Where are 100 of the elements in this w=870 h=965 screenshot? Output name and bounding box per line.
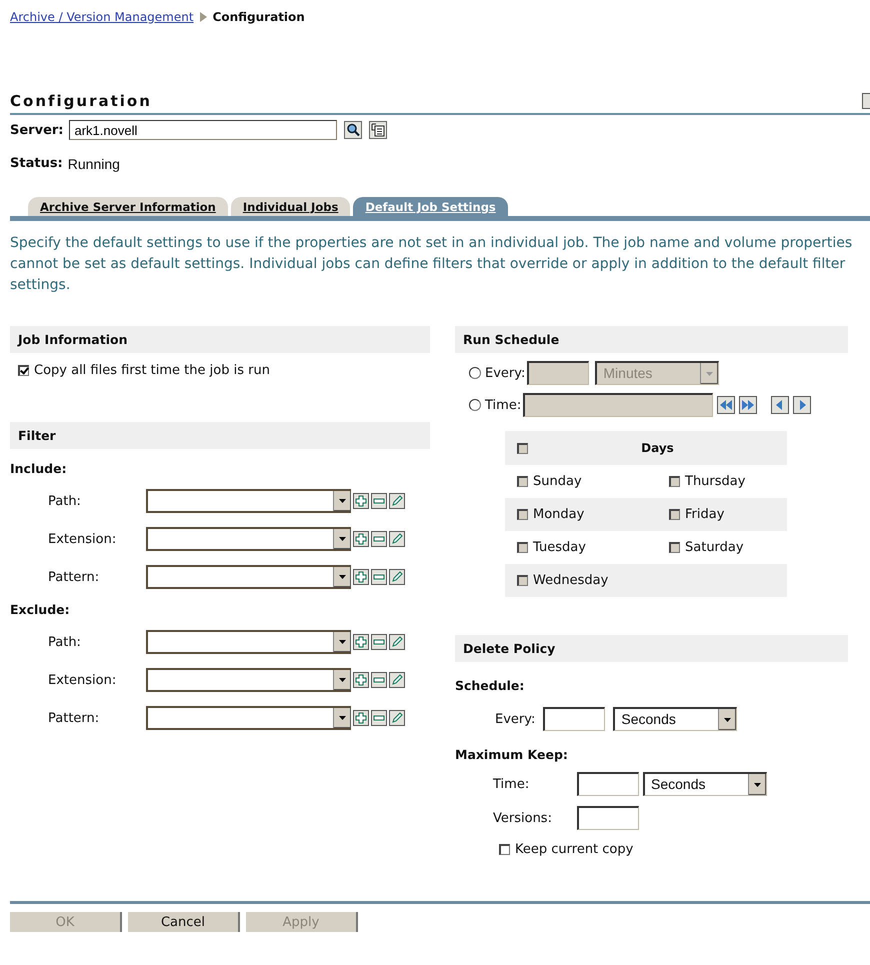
breadcrumb-current: Configuration: [212, 10, 305, 24]
group-label: Exclude:: [10, 602, 71, 617]
pencil-icon[interactable]: [389, 569, 405, 585]
tab[interactable]: Individual Jobs: [230, 197, 350, 216]
next-icon[interactable]: [793, 396, 812, 414]
server-field[interactable]: ark1.novell: [68, 120, 336, 140]
unit-dropdown[interactable]: Seconds: [643, 772, 767, 796]
remove-icon[interactable]: [371, 672, 387, 688]
caret-icon: [339, 575, 346, 579]
combo-field[interactable]: [146, 527, 351, 551]
breadcrumb-link[interactable]: Archive / Version Management: [10, 10, 194, 24]
checkbox[interactable]: [18, 365, 29, 376]
status-label: Status:: [10, 156, 63, 172]
field-label: Versions:: [493, 810, 553, 826]
input-field[interactable]: [543, 707, 606, 731]
remove-icon[interactable]: [371, 493, 387, 509]
checkbox-option[interactable]: Copy all files first time the job is run: [18, 363, 430, 378]
field-label: Pattern:: [47, 710, 100, 726]
add-icon[interactable]: [353, 710, 369, 726]
checkbox-option[interactable]: Saturday: [657, 531, 787, 564]
pencil-icon[interactable]: [389, 493, 405, 509]
rewind-icon[interactable]: [717, 396, 736, 414]
help-icon[interactable]: [862, 93, 870, 109]
field-label: Time:: [493, 776, 530, 792]
dialog-button[interactable]: Cancel: [128, 912, 240, 932]
combo-field[interactable]: [146, 489, 351, 513]
checkbox-label: Sunday: [533, 474, 582, 489]
fast-forward-icon[interactable]: [739, 396, 758, 414]
group-label: Include:: [10, 461, 68, 476]
caret-icon: [339, 640, 346, 644]
input-field[interactable]: [577, 772, 639, 796]
remove-icon[interactable]: [371, 531, 387, 547]
add-icon[interactable]: [353, 493, 369, 509]
add-icon[interactable]: [353, 634, 369, 650]
section-header: Delete Policy: [455, 635, 848, 662]
checkbox-label: Keep current copy: [515, 842, 634, 857]
combo-field[interactable]: [146, 630, 351, 654]
checkbox-option[interactable]: Sunday: [505, 465, 657, 498]
page-title: Configuration: [10, 92, 152, 110]
pencil-icon[interactable]: [389, 672, 405, 688]
checkbox-label: Copy all files first time the job is run: [34, 363, 270, 378]
checkbox[interactable]: [669, 509, 680, 520]
group-label: Maximum Keep:: [455, 747, 569, 762]
combo-field[interactable]: [146, 706, 351, 730]
checkbox-option[interactable]: Monday: [505, 498, 657, 531]
tab[interactable]: Archive Server Information: [28, 197, 228, 216]
checkbox[interactable]: [517, 442, 528, 454]
pencil-icon[interactable]: [389, 710, 405, 726]
checkbox[interactable]: [517, 575, 528, 586]
remove-icon[interactable]: [371, 634, 387, 650]
checkbox[interactable]: [517, 509, 528, 520]
checkbox-option[interactable]: Thursday: [657, 465, 787, 498]
checkbox-label: Monday: [533, 507, 584, 522]
unit-dropdown[interactable]: Seconds: [613, 707, 738, 731]
checkbox[interactable]: [669, 542, 680, 553]
field-label: Extension:: [47, 672, 118, 688]
add-icon[interactable]: [353, 672, 369, 688]
column-header: Days: [640, 441, 675, 455]
pencil-icon[interactable]: [389, 634, 405, 650]
checkbox[interactable]: [669, 476, 680, 487]
checkbox-label: Wednesday: [533, 573, 608, 588]
server-label: Server:: [10, 122, 64, 138]
add-icon[interactable]: [353, 569, 369, 585]
search-icon[interactable]: [344, 121, 362, 139]
checkbox-label: Saturday: [685, 540, 744, 555]
checkbox-option[interactable]: Wednesday: [505, 564, 657, 597]
checkbox[interactable]: [517, 476, 528, 487]
remove-icon[interactable]: [371, 569, 387, 585]
field-label: Every:: [495, 712, 536, 726]
section-header: Job Information: [10, 326, 430, 353]
add-icon[interactable]: [353, 531, 369, 547]
checkbox-label: Friday: [685, 507, 724, 522]
tab[interactable]: Default Job Settings: [353, 197, 508, 216]
browse-tree-icon[interactable]: [368, 121, 386, 139]
field-label: Pattern:: [47, 570, 100, 584]
combo-field[interactable]: [146, 565, 351, 589]
checkbox-label: Thursday: [685, 474, 746, 489]
pencil-icon[interactable]: [389, 531, 405, 547]
caret-icon: [724, 718, 732, 722]
checkbox-label: Tuesday: [533, 540, 586, 555]
radio-label: Time:: [485, 398, 522, 412]
checkbox[interactable]: [499, 844, 510, 855]
caret-icon: [339, 537, 346, 541]
checkbox-option[interactable]: Keep current copy: [499, 842, 848, 857]
combo-field[interactable]: [146, 668, 351, 692]
remove-icon[interactable]: [371, 710, 387, 726]
caret-icon: [339, 678, 346, 682]
caret-icon: [706, 372, 714, 376]
field-label: Path:: [47, 634, 82, 650]
field-label: Path:: [47, 494, 82, 508]
description-text: Specify the default settings to use if the properties are not set in an individual job. The job name and volume properties cannot be set as default settings. Individual jobs can define filters that override or apply in addition to the default filter settings.: [10, 234, 854, 295]
field-label: Extension:: [47, 532, 118, 546]
checkbox-option[interactable]: Friday: [657, 498, 787, 531]
breadcrumb-arrow-icon: [200, 12, 207, 22]
previous-icon[interactable]: [771, 396, 790, 414]
checkbox-option[interactable]: Tuesday: [505, 531, 657, 564]
input-field[interactable]: [577, 806, 639, 830]
group-label: Schedule:: [455, 678, 526, 693]
checkbox[interactable]: [517, 542, 528, 553]
caret-icon: [754, 782, 761, 786]
